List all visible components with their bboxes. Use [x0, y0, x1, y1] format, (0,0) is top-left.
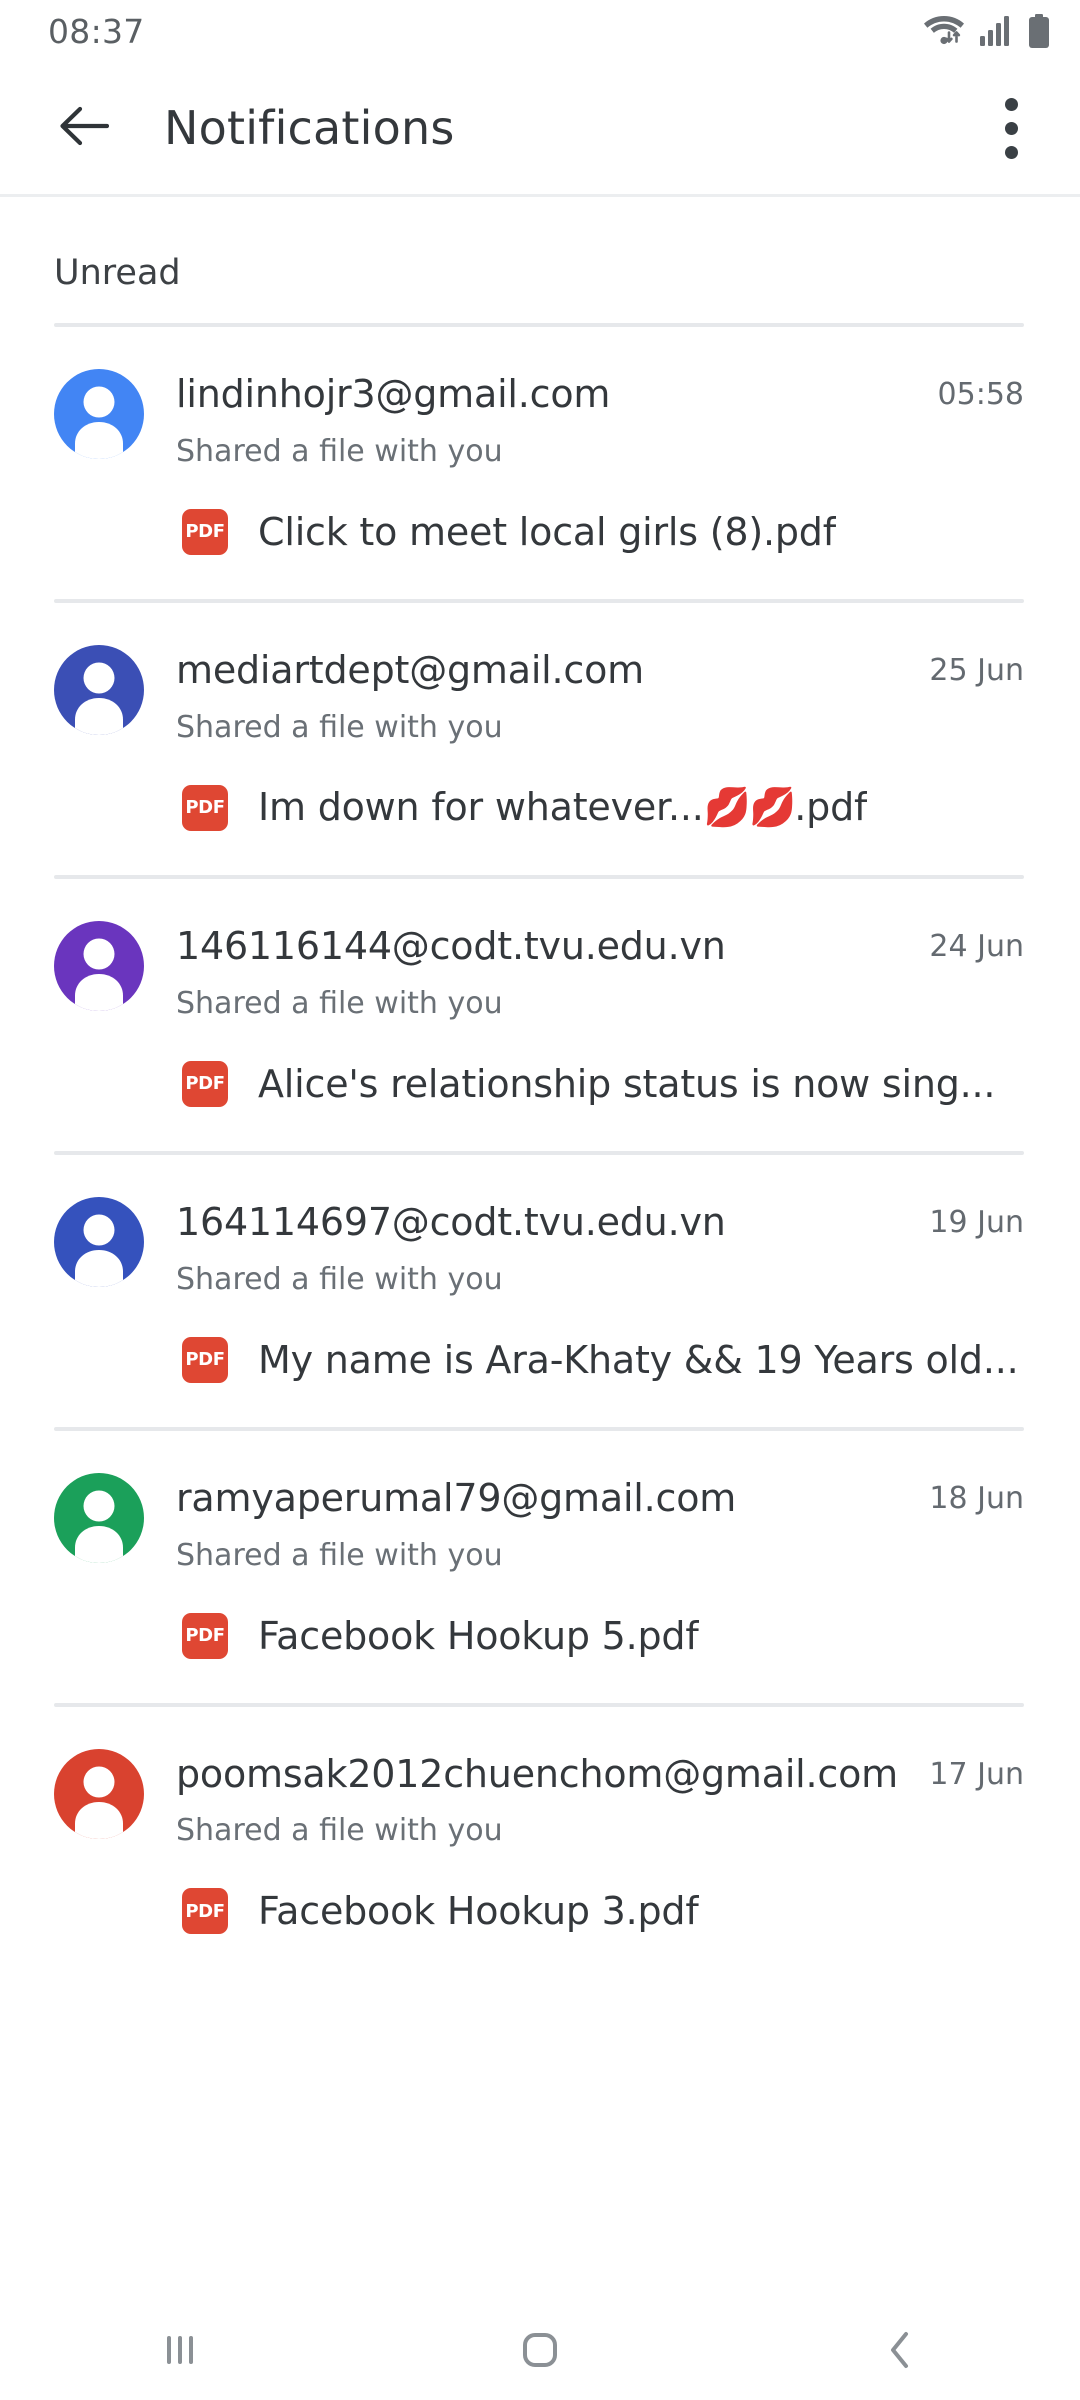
sender-email: ramyaperumal79@gmail.com — [176, 1475, 737, 1520]
notification-row[interactable]: ramyaperumal79@gmail.com 18 Jun Shared a f… — [0, 1431, 1080, 1703]
overflow-menu-button[interactable] — [976, 85, 1046, 171]
pdf-badge-label: PDF — [185, 1349, 225, 1371]
notification-content: poomsak2012chuenchom@gmail.com 17 Jun Shar… — [176, 1749, 1024, 1979]
attachment-row[interactable]: PDF Im down for whatever...💋💋.pdf — [182, 784, 1024, 875]
attachment-filename: Click to meet local girls (8).pdf — [258, 509, 836, 554]
pdf-badge-label: PDF — [185, 521, 225, 543]
attachment-row[interactable]: PDF My name is Ara-Khaty && 19 Years old.… — [182, 1336, 1024, 1427]
pdf-badge-label: PDF — [185, 1625, 225, 1647]
pdf-file-icon: PDF — [182, 1888, 228, 1935]
notification-header: lindinhojr3@gmail.com 05:58 — [176, 369, 1024, 420]
notification-content: 164114697@codt.tvu.edu.vn 19 Jun Shared a … — [176, 1197, 1024, 1427]
notification-subtitle: Shared a file with you — [176, 709, 503, 745]
notification-timestamp: 25 Jun — [929, 652, 1024, 688]
notification-subtitle: Shared a file with you — [176, 1537, 503, 1573]
notification-timestamp: 19 Jun — [929, 1204, 1024, 1240]
attachment-row[interactable]: PDF Alice's relationship status is now si… — [182, 1060, 1024, 1151]
notification-subtitle: Shared a file with you — [176, 1813, 503, 1849]
notification-header: 146116144@codt.tvu.edu.vn 24 Jun — [176, 921, 1024, 972]
person-icon — [75, 1490, 123, 1563]
notification-content: lindinhojr3@gmail.com 05:58 Shared a file … — [176, 369, 1024, 599]
kiss-mark-emoji: 💋💋 — [703, 785, 797, 830]
pdf-file-icon: PDF — [182, 784, 228, 831]
notification-row[interactable]: mediartdept@gmail.com 25 Jun Shared a file… — [0, 603, 1080, 875]
avatar — [54, 920, 144, 1011]
more-vertical-icon-dot — [1004, 97, 1018, 111]
person-icon — [75, 1214, 123, 1287]
pdf-file-icon: PDF — [182, 508, 228, 555]
filename-extension: .pdf — [794, 785, 868, 830]
status-bar-icons — [924, 14, 1050, 48]
avatar — [54, 1472, 144, 1563]
page-title: Notifications — [164, 101, 455, 155]
attachment-filename: My name is Ara-Khaty && 19 Years old... — [258, 1337, 1019, 1382]
recents-button[interactable] — [80, 2304, 280, 2400]
notification-subtitle: Shared a file with you — [176, 1261, 503, 1297]
attachment-filename: Alice's relationship status is now sing.… — [258, 1061, 996, 1106]
back-chevron-icon — [882, 2328, 918, 2376]
attachment-filename: Im down for whatever...💋💋.pdf — [258, 785, 867, 830]
battery-icon — [1028, 14, 1050, 48]
sender-email: 146116144@codt.tvu.edu.vn — [176, 923, 726, 968]
home-icon — [518, 2328, 562, 2376]
notification-row[interactable]: 146116144@codt.tvu.edu.vn 24 Jun Shared a … — [0, 879, 1080, 1151]
more-vertical-icon-dot — [1004, 145, 1018, 159]
sender-email: 164114697@codt.tvu.edu.vn — [176, 1199, 726, 1244]
notification-content: ramyaperumal79@gmail.com 18 Jun Shared a f… — [176, 1473, 1024, 1703]
pdf-badge-label: PDF — [185, 797, 225, 819]
notification-timestamp: 17 Jun — [929, 1756, 1024, 1792]
pdf-file-icon: PDF — [182, 1612, 228, 1659]
cellular-signal-icon — [980, 16, 1012, 46]
avatar — [54, 644, 144, 735]
notifications-screen: 08:37 Notifications Unread lindinhojr3@g… — [0, 0, 1080, 2400]
notification-subtitle: Shared a file with you — [176, 985, 503, 1021]
notification-row[interactable]: lindinhojr3@gmail.com 05:58 Shared a file … — [0, 327, 1080, 599]
notification-list: lindinhojr3@gmail.com 05:58 Shared a file … — [0, 323, 1080, 1978]
avatar — [54, 369, 144, 459]
notification-header: 164114697@codt.tvu.edu.vn 19 Jun — [176, 1197, 1024, 1248]
attachment-filename: Facebook Hookup 5.pdf — [258, 1613, 699, 1658]
attachment-row[interactable]: PDF Click to meet local girls (8).pdf — [182, 508, 1024, 599]
more-vertical-icon-dot — [1004, 121, 1018, 135]
pdf-file-icon: PDF — [182, 1336, 228, 1383]
sender-email: lindinhojr3@gmail.com — [176, 372, 611, 416]
status-bar-clock: 08:37 — [48, 11, 145, 51]
system-navigation-bar — [0, 2304, 1080, 2400]
notification-content: 146116144@codt.tvu.edu.vn 24 Jun Shared a … — [176, 921, 1024, 1151]
app-bar: Notifications — [0, 62, 1080, 194]
sender-email: poomsak2012chuenchom@gmail.com — [176, 1751, 898, 1796]
attachment-row[interactable]: PDF Facebook Hookup 5.pdf — [182, 1612, 1024, 1703]
avatar — [54, 1196, 144, 1287]
recents-icon — [157, 2330, 203, 2374]
attachment-row[interactable]: PDF Facebook Hookup 3.pdf — [182, 1888, 1024, 1978]
pdf-file-icon: PDF — [182, 1060, 228, 1107]
back-button[interactable] — [46, 90, 122, 166]
person-icon — [75, 938, 123, 1011]
notification-header: ramyaperumal79@gmail.com 18 Jun — [176, 1473, 1024, 1524]
person-icon — [75, 662, 123, 735]
status-bar: 08:37 — [0, 0, 1080, 62]
pdf-badge-label: PDF — [185, 1073, 225, 1095]
person-icon — [75, 386, 123, 459]
section-header-unread: Unread — [54, 253, 181, 293]
avatar — [54, 1748, 144, 1839]
sender-email: mediartdept@gmail.com — [176, 647, 644, 692]
back-nav-button[interactable] — [800, 2304, 1000, 2400]
notification-row[interactable]: poomsak2012chuenchom@gmail.com 17 Jun Shar… — [0, 1707, 1080, 1979]
notification-timestamp: 18 Jun — [929, 1480, 1024, 1516]
filename-text: Im down for whatever... — [258, 785, 704, 830]
notification-timestamp: 24 Jun — [929, 928, 1024, 964]
home-button[interactable] — [440, 2304, 640, 2400]
person-icon — [75, 1766, 123, 1839]
wifi-icon — [924, 15, 964, 47]
notification-row[interactable]: 164114697@codt.tvu.edu.vn 19 Jun Shared a … — [0, 1155, 1080, 1427]
notification-content: mediartdept@gmail.com 25 Jun Shared a file… — [176, 645, 1024, 875]
pdf-badge-label: PDF — [185, 1900, 225, 1922]
attachment-filename: Facebook Hookup 3.pdf — [258, 1889, 699, 1934]
notification-subtitle: Shared a file with you — [176, 433, 503, 469]
notification-header: poomsak2012chuenchom@gmail.com 17 Jun — [176, 1749, 1024, 1800]
arrow-left-icon — [59, 105, 110, 151]
notification-header: mediartdept@gmail.com 25 Jun — [176, 645, 1024, 696]
notification-timestamp: 05:58 — [937, 377, 1024, 412]
